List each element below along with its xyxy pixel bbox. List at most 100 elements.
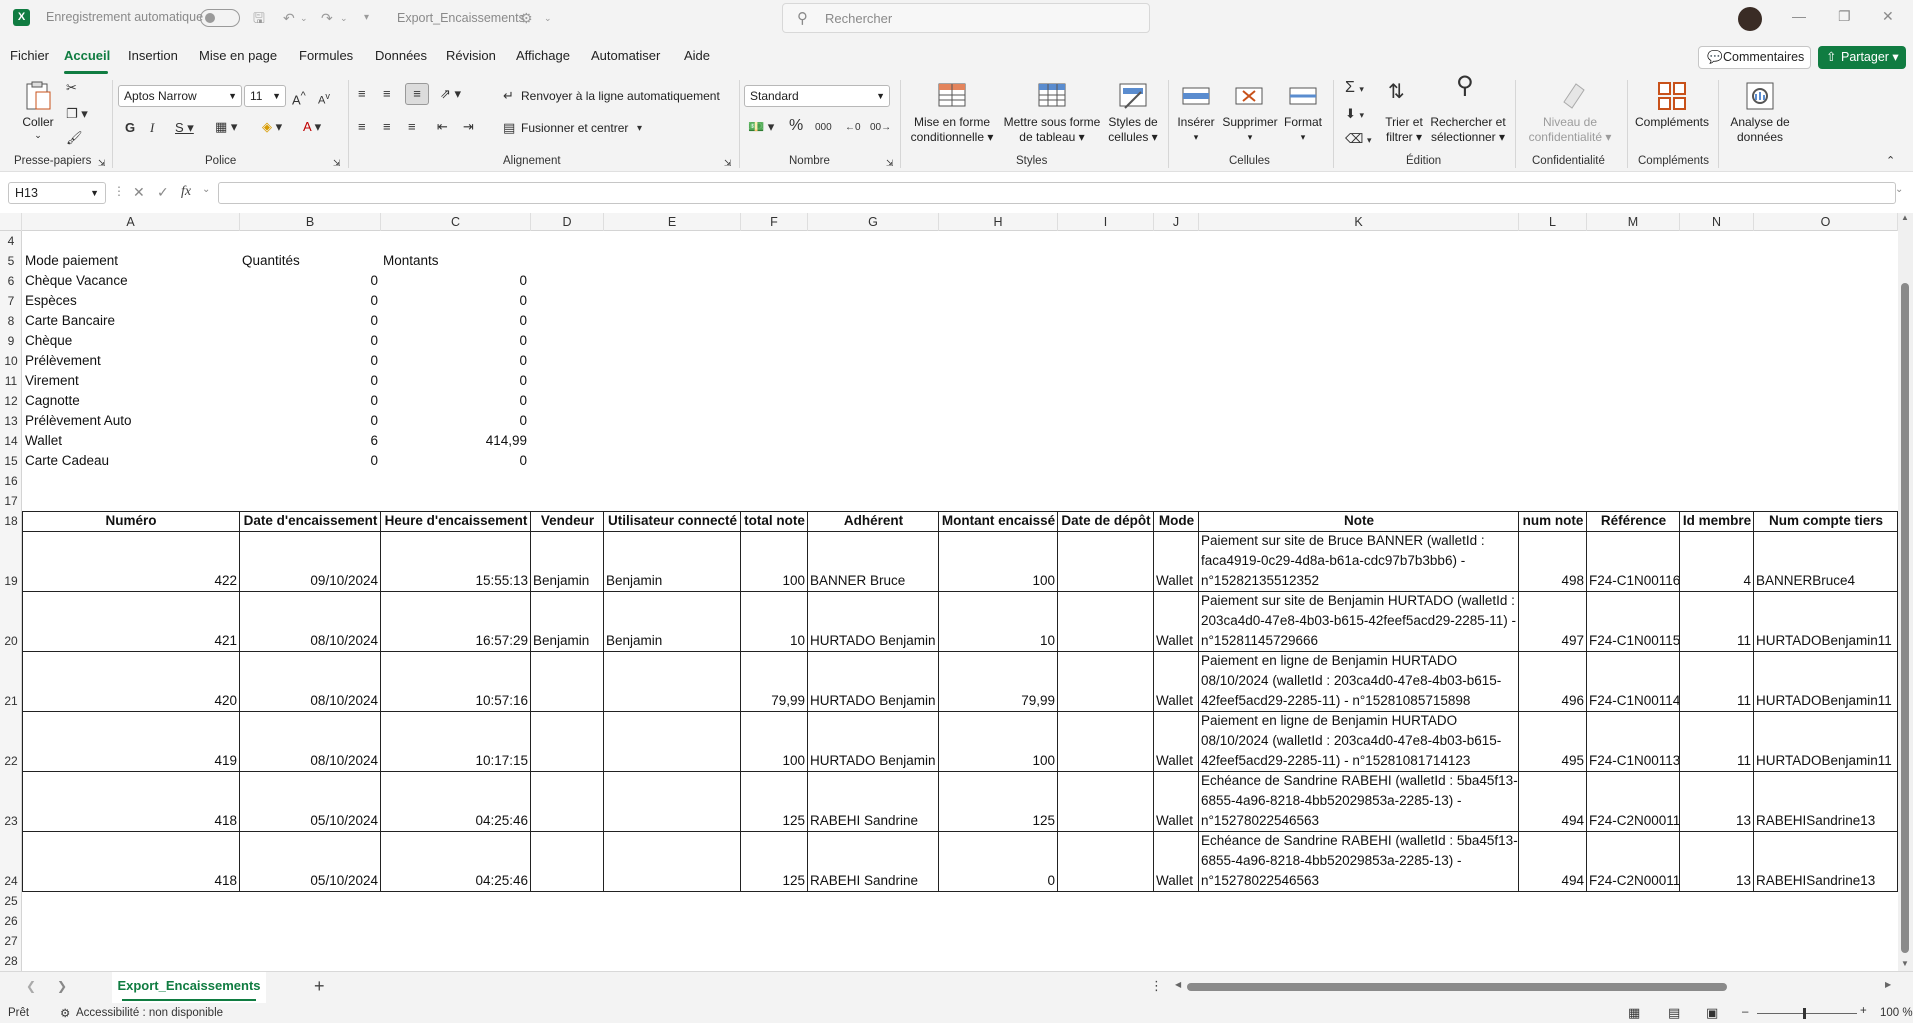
summary-quantity[interactable]: 6 <box>240 431 378 451</box>
row-header[interactable]: 15 <box>0 451 22 471</box>
addins-button[interactable]: Compléments <box>1632 115 1712 130</box>
increase-decimal-icon[interactable]: ←0 <box>845 120 861 136</box>
column-header-i[interactable]: I <box>1058 213 1154 231</box>
table-cell[interactable]: RABEHI Sandrine <box>810 871 936 891</box>
redo-dropdown-icon[interactable]: ⌄ <box>340 8 348 28</box>
table-header-cell[interactable]: Heure d'encaissement <box>381 511 531 531</box>
number-launcher-icon[interactable]: ⇲ <box>886 155 894 171</box>
zoom-in-icon[interactable]: + <box>1860 1005 1867 1017</box>
table-note-cell[interactable]: Paiement en ligne de Benjamin HURTADO 08/… <box>1201 651 1517 711</box>
tab-revision[interactable]: Révision <box>446 48 496 63</box>
prev-sheet-icon[interactable]: ❮ <box>26 979 36 993</box>
increase-indent-icon[interactable]: ⇥ <box>463 119 474 135</box>
column-header-l[interactable]: L <box>1519 213 1587 231</box>
align-center-icon[interactable]: ≡ <box>383 119 391 135</box>
table-cell[interactable]: F24-C2N00011 <box>1589 871 1680 891</box>
table-header-cell[interactable]: Num compte tiers <box>1754 511 1898 531</box>
table-cell[interactable]: 125 <box>743 871 805 891</box>
vertical-scrollbar[interactable]: ▲ ▼ <box>1898 213 1913 971</box>
name-box[interactable]: H13 ▼ <box>8 182 106 204</box>
tab-affichage[interactable]: Affichage <box>516 48 570 63</box>
column-header-f[interactable]: F <box>741 213 808 231</box>
sheet-options-icon[interactable]: ⋮ <box>1150 978 1163 994</box>
summary-quantity[interactable]: 0 <box>240 411 378 431</box>
row-header[interactable]: 18 <box>0 511 22 531</box>
worksheet-grid[interactable]: Mode paiement Quantités Montants Chèque … <box>22 231 1898 971</box>
accessibility-status[interactable]: Accessibilité : non disponible <box>76 1007 223 1019</box>
table-cell[interactable]: HURTADOBenjamin11 <box>1756 631 1895 651</box>
undo-icon[interactable]: ↶ <box>283 8 295 28</box>
table-cell[interactable]: Wallet <box>1156 691 1196 711</box>
merge-dropdown-icon[interactable]: ▾ <box>637 121 642 137</box>
table-cell[interactable]: Benjamin <box>606 571 738 591</box>
table-cell[interactable]: Benjamin <box>533 571 601 591</box>
find-select-icon[interactable]: ⚲ <box>1456 74 1474 98</box>
scroll-left-icon[interactable]: ◀ <box>1175 980 1181 989</box>
table-cell[interactable]: 422 <box>24 571 237 591</box>
table-header-cell[interactable]: Id membre <box>1680 511 1754 531</box>
table-cell[interactable]: F24-C1N00115 <box>1589 631 1680 651</box>
tab-accueil[interactable]: Accueil <box>64 48 110 63</box>
table-note-cell[interactable]: Echéance de Sandrine RABEHI (walletId : … <box>1201 831 1518 891</box>
summary-amount[interactable]: 0 <box>381 271 527 291</box>
row-header[interactable]: 11 <box>0 371 22 391</box>
table-cell[interactable]: 100 <box>743 751 805 771</box>
table-cell[interactable]: 495 <box>1521 751 1584 771</box>
decrease-decimal-icon[interactable]: 00→ <box>870 120 891 136</box>
confirm-formula-icon[interactable]: ✓ <box>157 184 169 201</box>
title-dropdown-icon[interactable]: ⌄ <box>544 8 552 28</box>
table-note-cell[interactable]: Paiement sur site de Bruce BANNER (walle… <box>1201 531 1517 591</box>
page-layout-view-icon[interactable]: ▤ <box>1668 1005 1680 1021</box>
increase-font-icon[interactable]: A^ <box>292 88 306 108</box>
copy-icon[interactable]: ❐ ▾ <box>66 106 88 122</box>
cut-icon[interactable]: ✂ <box>66 80 77 96</box>
summary-mode[interactable]: Wallet <box>25 431 62 451</box>
autosum-icon[interactable]: Σ ▾ <box>1345 80 1364 97</box>
table-cell[interactable]: F24-C1N00113 <box>1589 751 1680 771</box>
share-button[interactable]: ⇧ Partager ▾ <box>1818 46 1906 69</box>
row-header[interactable]: 19 <box>0 571 22 591</box>
table-cell[interactable]: RABEHISandrine13 <box>1756 811 1895 831</box>
table-cell[interactable]: F24-C1N00114 <box>1589 691 1680 711</box>
column-header-b[interactable]: B <box>240 213 381 231</box>
summary-amount[interactable]: 0 <box>381 331 527 351</box>
next-sheet-icon[interactable]: ❯ <box>57 979 67 993</box>
formula-input[interactable] <box>218 182 1896 204</box>
table-cell[interactable]: 10 <box>941 631 1055 651</box>
table-cell[interactable]: 05/10/2024 <box>242 871 378 891</box>
table-cell[interactable]: 04:25:46 <box>383 871 528 891</box>
table-cell[interactable]: 13 <box>1682 871 1751 891</box>
align-middle-icon[interactable]: ≡ <box>383 86 391 102</box>
summary-mode[interactable]: Carte Cadeau <box>25 451 109 471</box>
table-header-cell[interactable]: Date de dépôt <box>1058 511 1154 531</box>
format-cells-icon[interactable] <box>1287 80 1319 112</box>
table-cell[interactable]: Wallet <box>1156 631 1196 651</box>
more-options-icon[interactable]: ⋮ <box>113 184 125 198</box>
tab-mise-en-page[interactable]: Mise en page <box>199 48 277 63</box>
format-painter-icon[interactable]: 🖌 <box>66 130 83 146</box>
cancel-formula-icon[interactable]: ✕ <box>133 184 145 201</box>
summary-amount[interactable]: 0 <box>381 411 527 431</box>
row-header[interactable]: 10 <box>0 351 22 371</box>
insert-cells-button[interactable]: Insérer ▾ <box>1172 115 1220 145</box>
row-header[interactable]: 27 <box>0 931 22 951</box>
avatar[interactable] <box>1738 7 1762 31</box>
scroll-down-icon[interactable]: ▼ <box>1901 959 1909 968</box>
table-cell[interactable]: 494 <box>1521 871 1584 891</box>
summary-mode[interactable]: Carte Bancaire <box>25 311 115 331</box>
summary-header-mode[interactable]: Mode paiement <box>25 251 118 271</box>
table-cell[interactable]: 125 <box>743 811 805 831</box>
sort-filter-button[interactable]: Trier et filtrer ▾ <box>1380 115 1428 145</box>
table-cell[interactable]: Benjamin <box>606 631 738 651</box>
font-color-icon[interactable]: A ▾ <box>303 119 321 135</box>
undo-dropdown-icon[interactable]: ⌄ <box>300 8 308 28</box>
table-header-cell[interactable]: num note <box>1519 511 1587 531</box>
table-cell[interactable]: HURTADO Benjamin <box>810 751 936 771</box>
format-cells-button[interactable]: Format ▾ <box>1281 115 1325 145</box>
vertical-scroll-thumb[interactable] <box>1901 283 1909 953</box>
font-launcher-icon[interactable]: ⇲ <box>333 155 341 171</box>
font-size-select[interactable]: 11 ▼ <box>244 85 286 107</box>
table-note-cell[interactable]: Echéance de Sandrine RABEHI (walletId : … <box>1201 771 1518 831</box>
table-cell[interactable]: Wallet <box>1156 811 1196 831</box>
cell-styles-icon[interactable] <box>1117 80 1149 112</box>
